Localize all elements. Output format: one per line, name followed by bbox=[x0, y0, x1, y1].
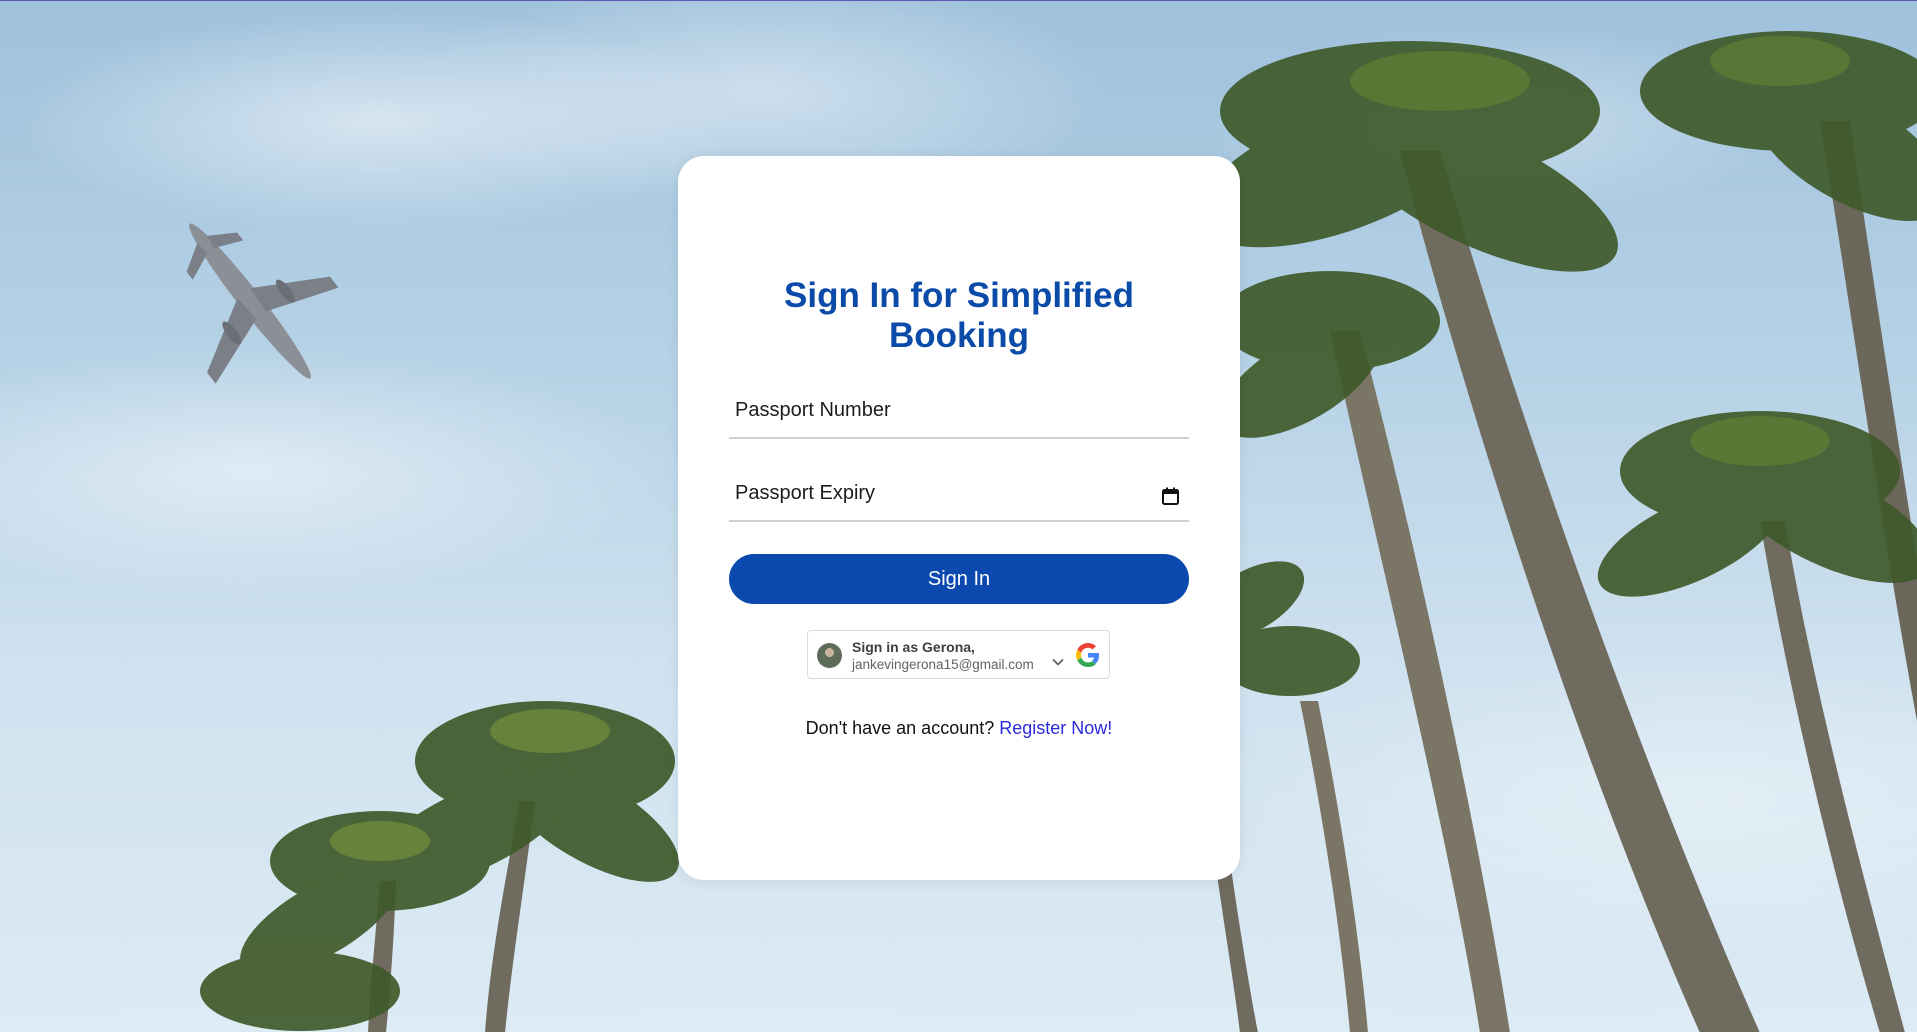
passport-expiry-label: Passport Expiry bbox=[735, 482, 876, 504]
sign-in-button[interactable]: Sign In bbox=[729, 554, 1189, 604]
page-background: Sign In for Simplified Booking Passport … bbox=[0, 0, 1917, 1032]
calendar-icon[interactable] bbox=[1162, 487, 1179, 505]
google-account-name: Sign in as Gerona, bbox=[852, 639, 975, 655]
passport-number-field[interactable]: Passport Number bbox=[729, 391, 1189, 439]
register-prompt: Don't have an account? Register Now! bbox=[678, 718, 1240, 739]
passport-expiry-field[interactable]: Passport Expiry bbox=[729, 474, 1189, 522]
google-g-icon bbox=[1076, 643, 1100, 667]
title-line-1: Sign In for Simplified bbox=[784, 276, 1134, 315]
google-account-email: jankevingerona15@gmail.com bbox=[852, 657, 1034, 672]
title-line-2: Booking bbox=[889, 316, 1029, 355]
signin-card: Sign In for Simplified Booking Passport … bbox=[678, 156, 1240, 880]
page-title: Sign In for Simplified Booking bbox=[678, 276, 1240, 356]
airplane-image bbox=[186, 223, 339, 384]
avatar bbox=[817, 643, 842, 668]
register-prompt-text: Don't have an account? bbox=[805, 718, 995, 738]
passport-number-label: Passport Number bbox=[735, 399, 891, 421]
google-sign-in-button[interactable]: Sign in as Gerona, jankevingerona15@gmai… bbox=[807, 630, 1110, 679]
register-now-link[interactable]: Register Now! bbox=[999, 718, 1112, 738]
chevron-down-icon[interactable] bbox=[1052, 658, 1064, 666]
